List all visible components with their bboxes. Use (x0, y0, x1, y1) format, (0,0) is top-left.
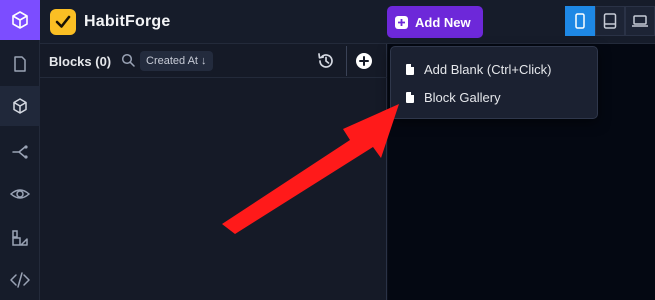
rail-assets-button[interactable] (0, 218, 40, 258)
document-icon (14, 56, 26, 72)
rail-code-button[interactable] (0, 260, 40, 300)
blocks-search-button[interactable] (121, 53, 135, 72)
plus-circle-icon (356, 53, 372, 69)
add-block-button[interactable] (352, 49, 376, 73)
add-new-button[interactable]: Add New (387, 6, 483, 38)
rail-preview-button[interactable] (0, 174, 40, 214)
document-icon (406, 63, 414, 75)
blocks-panel: Blocks (0) Created At ↓ (40, 44, 387, 300)
device-laptop-button[interactable] (625, 6, 655, 36)
rail-blocks-button[interactable] (0, 86, 40, 126)
code-icon (10, 272, 30, 288)
history-button[interactable] (316, 51, 336, 76)
menu-item-label: Block Gallery (424, 89, 501, 105)
app-cube-logo[interactable] (0, 0, 40, 40)
document-icon (406, 91, 414, 103)
app-title: HabitForge (84, 13, 171, 30)
blocks-panel-title: Blocks (0) (49, 54, 112, 69)
eye-icon (10, 189, 30, 199)
rail-pages-button[interactable] (0, 44, 40, 84)
cube-icon (13, 98, 27, 114)
cube-logo-icon (12, 11, 28, 29)
menu-item-label: Add Blank (Ctrl+Click) (424, 61, 552, 77)
left-rail (0, 0, 40, 300)
tablet-icon (603, 13, 617, 29)
history-icon (318, 53, 333, 68)
menu-item-block-gallery[interactable]: Block Gallery (391, 84, 599, 110)
device-mobile-button[interactable] (565, 6, 595, 36)
add-new-label: Add New (415, 14, 471, 30)
laptop-icon (632, 15, 648, 27)
device-tablet-button[interactable] (595, 6, 625, 36)
search-icon (121, 53, 135, 67)
checkmark-icon (55, 15, 71, 28)
sort-created-at-chip[interactable]: Created At ↓ (140, 51, 213, 71)
shapes-icon (12, 230, 28, 246)
rail-share-button[interactable] (0, 132, 40, 172)
mobile-icon (575, 13, 585, 29)
menu-item-add-blank[interactable]: Add Blank (Ctrl+Click) (391, 56, 599, 82)
plus-square-icon (395, 15, 408, 29)
add-block-dropdown: Add Blank (Ctrl+Click) Block Gallery (390, 46, 598, 119)
share-icon (12, 145, 28, 159)
blocks-panel-header: Blocks (0) Created At ↓ (40, 44, 387, 78)
app-logo (50, 9, 76, 35)
device-switcher (565, 6, 655, 36)
header-divider (346, 46, 347, 76)
